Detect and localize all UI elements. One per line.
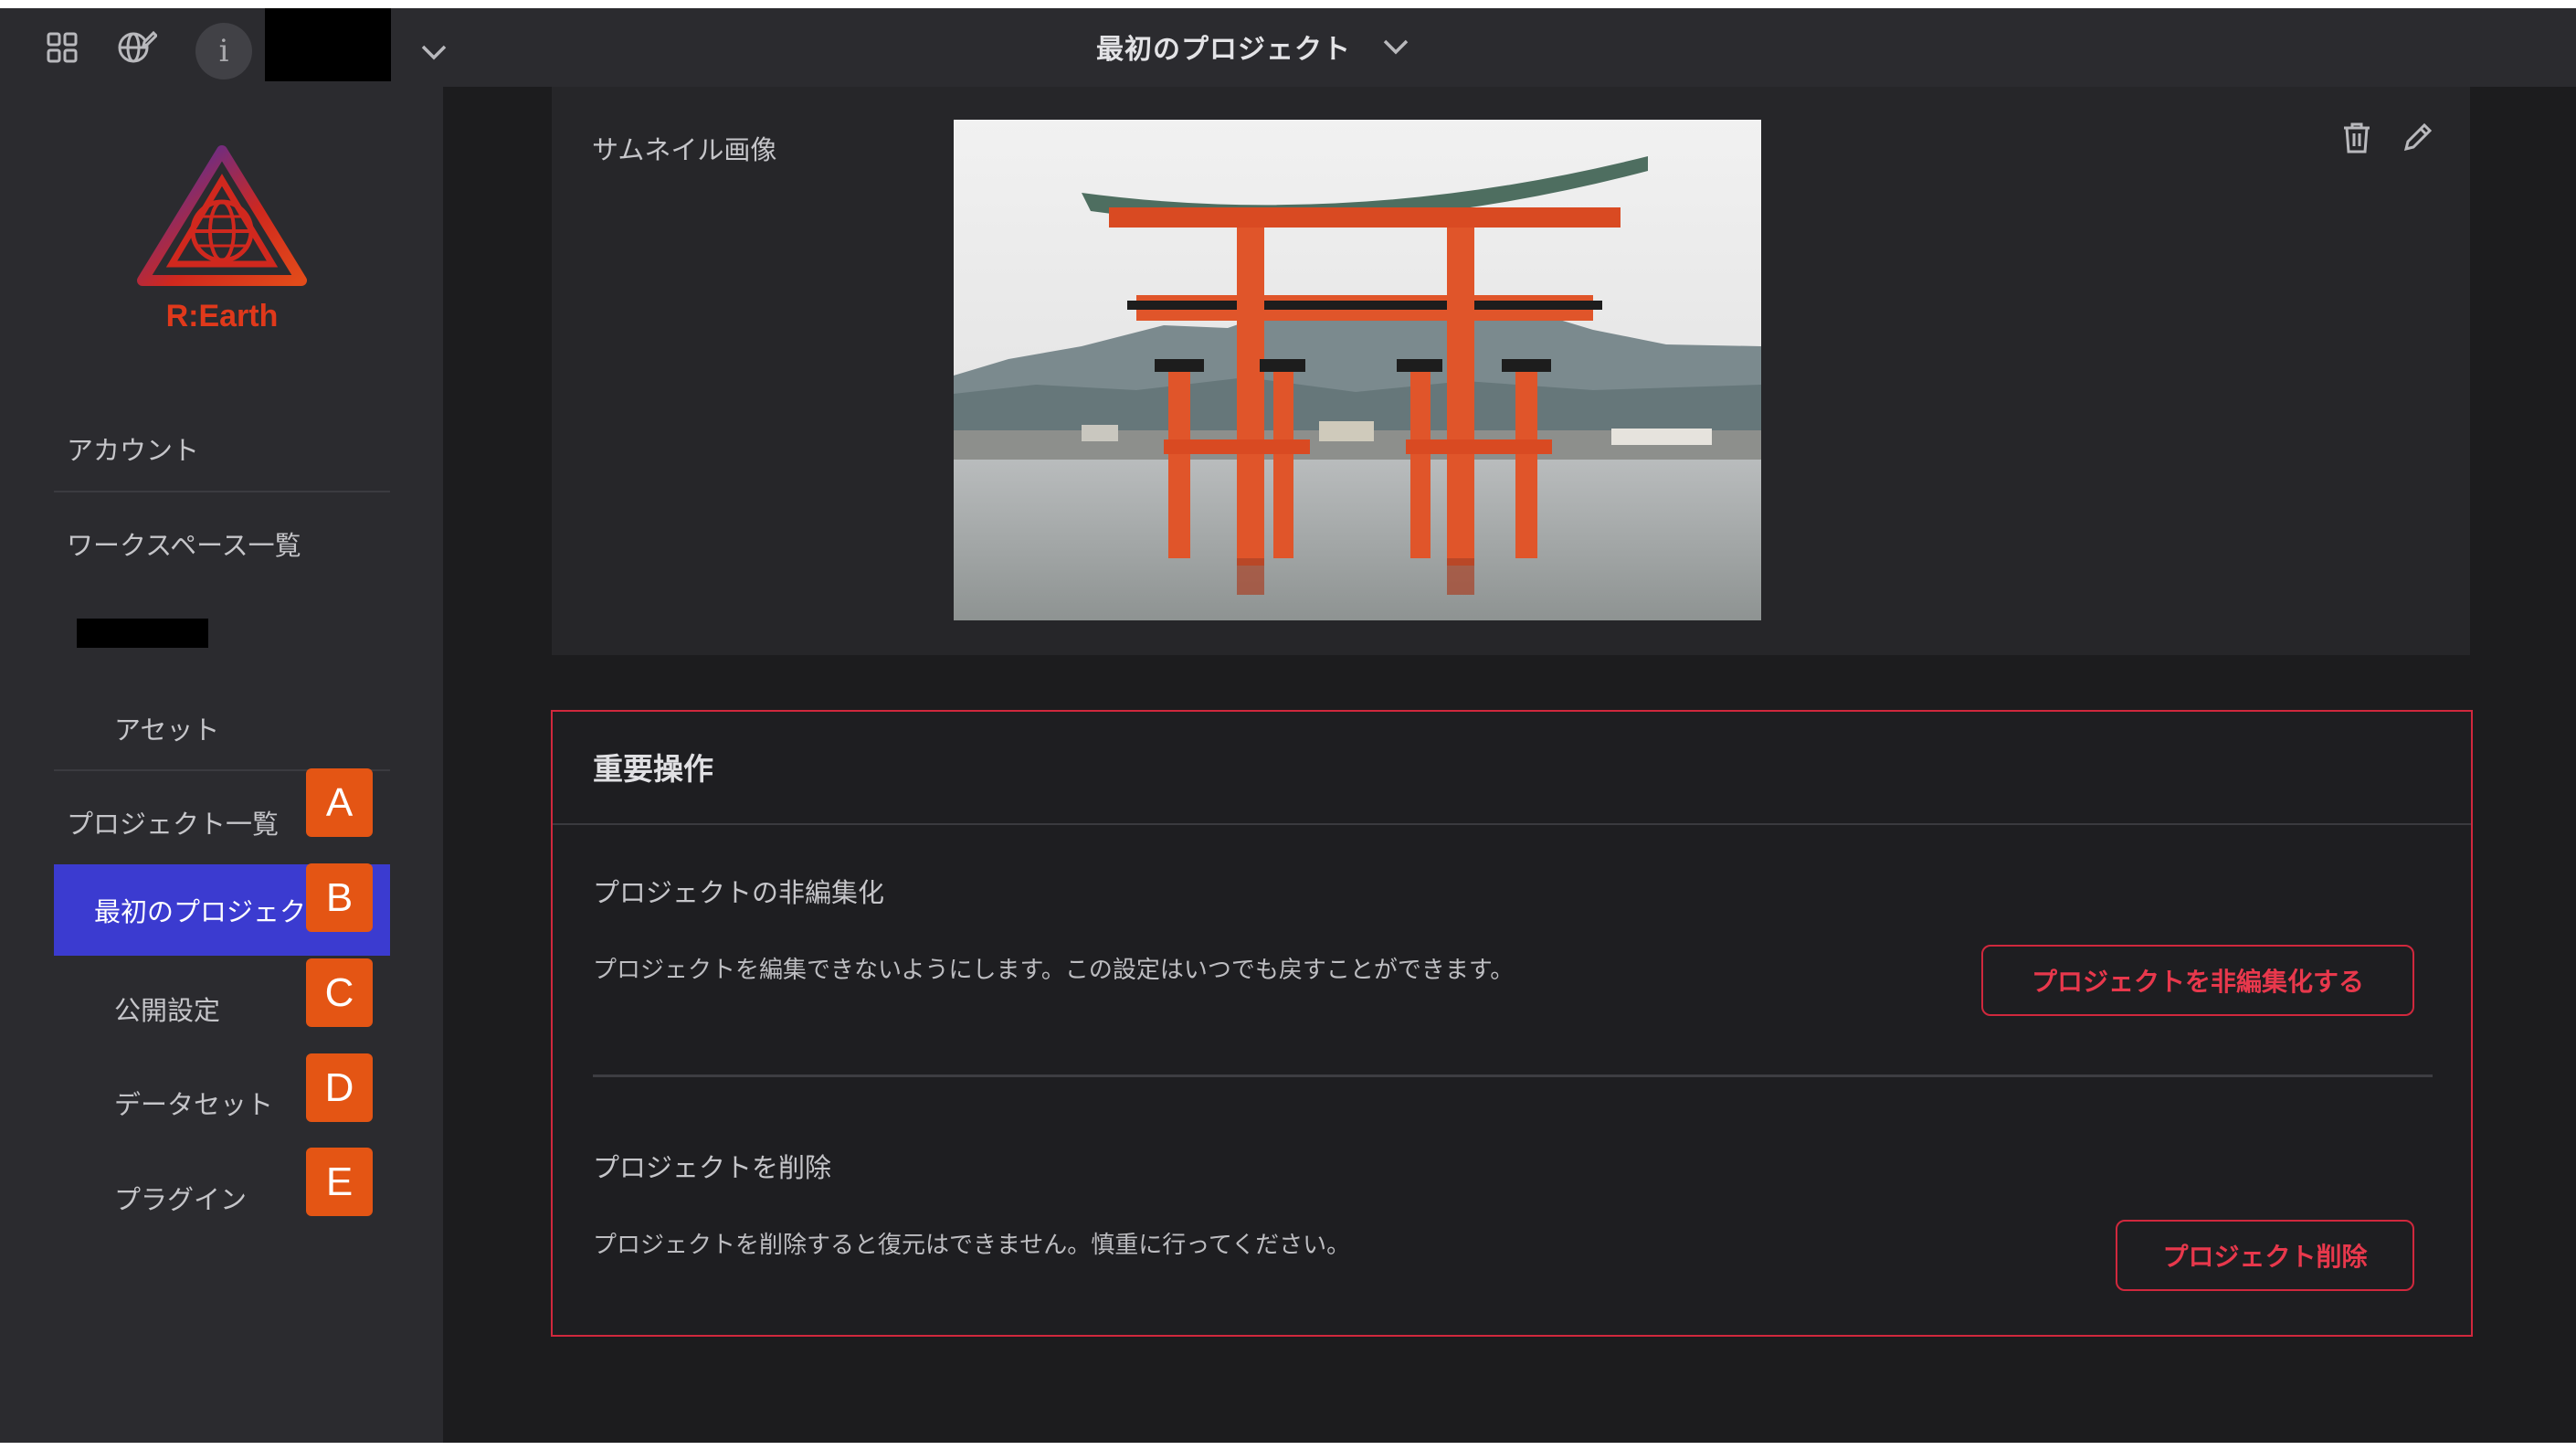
pencil-icon[interactable] — [2402, 122, 2433, 158]
project-selector[interactable]: 最初のプロジェクト — [1096, 25, 1409, 69]
sidebar-item-label: ワークスペース一覧 — [67, 530, 301, 561]
info-icon[interactable]: i — [195, 23, 252, 79]
thumbnail-label: サムネイル画像 — [592, 134, 777, 165]
sidebar-item-label: 最初のプロジェクト — [94, 896, 333, 927]
sidebar-item-workspaces[interactable]: ワークスペース一覧 — [54, 498, 390, 589]
annotation-badge: C — [306, 958, 373, 1027]
chevron-down-icon — [1383, 39, 1409, 55]
app-window: i 最初のプロジェクト R:Earth アカウント ワークスペース一覧 アセット… — [0, 8, 2576, 1443]
danger-zone-title: 重要操作 — [593, 751, 713, 787]
sidebar-item-label: データセット — [114, 1089, 274, 1120]
annotation-badge: E — [306, 1148, 373, 1216]
logo-text: R:Earth — [166, 299, 279, 333]
sidebar-item-account[interactable]: アカウント — [54, 403, 390, 494]
sidebar: R:Earth アカウント ワークスペース一覧 アセット プロジェクト一覧 最初… — [0, 87, 443, 1443]
unedit-project-button[interactable]: プロジェクトを非編集化する — [1981, 945, 2414, 1016]
project-title: 最初のプロジェクト — [1096, 34, 1351, 66]
globe-edit-icon[interactable] — [110, 20, 164, 75]
workspace-name-redacted[interactable] — [77, 619, 208, 648]
danger-zone-panel: 重要操作 プロジェクトの非編集化 プロジェクトを編集できないようにします。この設… — [551, 710, 2473, 1337]
chevron-down-icon[interactable] — [408, 26, 459, 78]
delete-project-button[interactable]: プロジェクト削除 — [2116, 1220, 2414, 1291]
apps-grid-icon[interactable] — [35, 20, 90, 75]
sidebar-item-label: プラグイン — [114, 1184, 248, 1215]
sidebar-item-label: プロジェクト一覧 — [67, 809, 280, 840]
section-divider — [593, 1074, 2433, 1077]
thumbnail-actions — [2342, 122, 2433, 158]
unedit-section-description: プロジェクトを編集できないようにします。この設定はいつでも戻すことができます。 — [593, 957, 1515, 984]
sidebar-item-label: アセット — [114, 714, 220, 746]
trash-icon[interactable] — [2342, 122, 2371, 158]
sidebar-divider — [54, 491, 390, 492]
sidebar-item-assets[interactable]: アセット — [54, 683, 390, 774]
unedit-section-title: プロジェクトの非編集化 — [593, 877, 885, 908]
annotation-badge: D — [306, 1053, 373, 1122]
divider — [553, 823, 2471, 825]
workspace-name-redacted[interactable] — [265, 8, 391, 81]
delete-section-description: プロジェクトを削除すると復元はできません。慎重に行ってください。 — [593, 1232, 1351, 1259]
sidebar-item-label: 公開設定 — [114, 995, 221, 1026]
delete-section-title: プロジェクトを削除 — [593, 1152, 832, 1183]
sidebar-item-label: アカウント — [67, 435, 200, 466]
reearth-logo[interactable]: R:Earth — [135, 143, 309, 335]
thumbnail-image[interactable] — [954, 120, 1761, 620]
annotation-badge: B — [306, 863, 373, 932]
annotation-badge: A — [306, 768, 373, 837]
top-bar: i 最初のプロジェクト — [0, 8, 2576, 87]
thumbnail-panel: サムネイル画像 — [552, 87, 2470, 655]
